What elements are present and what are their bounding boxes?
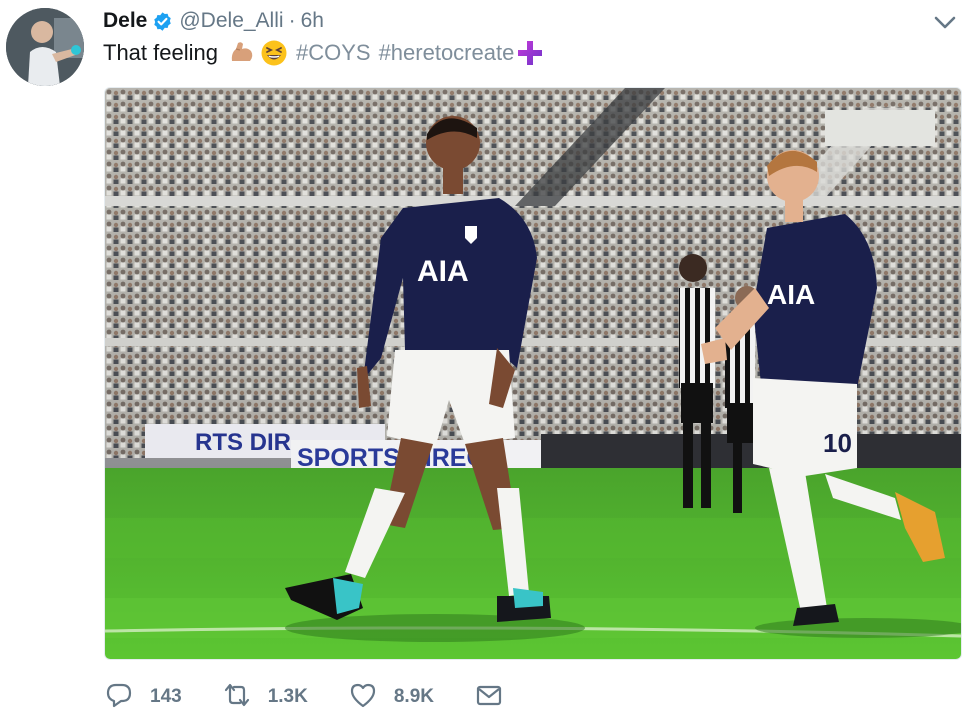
board-text-2: SPORTS DIREC [297,444,485,472]
tweet-actions: 143 1.3K 8.9K [104,680,544,714]
retweet-icon [222,680,252,715]
tweet-image[interactable]: RTS DIR SPORTS DIREC AIA AIA 10 [104,87,962,660]
display-name[interactable]: Dele [103,9,147,33]
chevron-down-icon[interactable] [932,14,958,32]
handle[interactable]: @Dele_Alli [179,9,283,33]
grinning-squinting-face-emoji [260,39,288,67]
retweet-count: 1.3K [267,686,308,707]
reply-button[interactable]: 143 [104,680,182,715]
tweet-body: That feeling [103,40,218,65]
tweet-header: Dele @Dele_Alli · 6h [103,7,324,35]
shirt-sponsor-right: AIA [767,279,815,310]
like-button[interactable]: 8.9K [348,680,434,715]
shirt-number: 10 [823,428,852,458]
goal-celebration-photo: RTS DIR SPORTS DIREC AIA AIA 10 [105,88,961,659]
heart-icon [348,680,378,715]
timestamp[interactable]: 6h [301,9,324,33]
shirt-sponsor-left: AIA [417,255,469,288]
avatar-photo [6,8,84,86]
direct-message-button[interactable] [474,680,504,715]
like-count: 8.9K [393,686,434,707]
hashtag-heretocreate[interactable]: #heretocreate [379,40,515,66]
separator-dot: · [288,9,296,32]
reply-count: 143 [150,686,182,707]
tweet-text: That feeling #COYS #heretocreate [103,36,544,70]
mail-icon [474,680,504,715]
hashtag-coys[interactable]: #COYS [296,40,371,66]
reply-icon [104,680,134,715]
board-text-1: RTS DIR [195,429,291,456]
retweet-button[interactable]: 1.3K [222,680,308,715]
avatar[interactable] [6,8,84,86]
plus-emoji [516,39,544,67]
flexed-biceps-emoji [228,39,256,67]
verified-icon [152,11,173,32]
